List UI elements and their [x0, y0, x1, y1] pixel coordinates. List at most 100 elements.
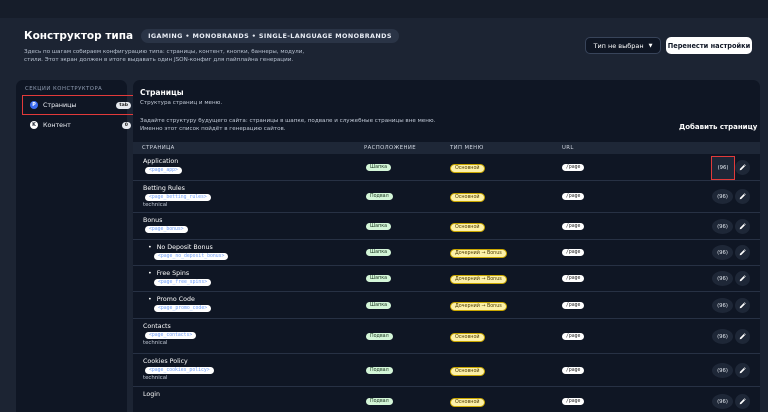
page-name: Promo Code [148, 296, 195, 303]
pencil-icon[interactable] [735, 189, 750, 204]
location-badge: Шапка [366, 302, 392, 309]
page-name: Betting Rules [143, 185, 185, 192]
section-description: Задайте структуру будущего сайта: страни… [140, 118, 436, 132]
table-row[interactable]: Free Spins <page_free_spins> Шапка Дочерний… [133, 266, 760, 292]
url-badge: /page [562, 275, 585, 282]
breadcrumb: IGAMING • MONOBRANDS • SINGLE-LANGUAGE M… [141, 29, 399, 43]
table-row[interactable]: Bonus <page_bonus> Шапка Основной/page (96) [133, 213, 760, 240]
location-badge: Шапка [366, 275, 392, 282]
location-badge: Подвал [366, 398, 393, 405]
sidebar-section-label: СЕКЦИИ КОНСТРУКТОРА [25, 86, 103, 92]
menu-type-badge: Основной [450, 367, 485, 376]
url-badge: /page [562, 223, 585, 230]
pencil-icon[interactable] [735, 160, 750, 175]
menu-type-badge: Основной [450, 164, 485, 173]
section-title: Страницы [140, 88, 184, 97]
add-page-button[interactable]: Добавить страницу [679, 123, 757, 131]
table-row[interactable]: Contacts <page_contacts> technical Подвал Ос… [133, 319, 760, 354]
url-badge: /page [562, 302, 585, 309]
page-code-tag: <page_cookies_policy> [145, 367, 214, 374]
location-badge: Шапка [366, 223, 392, 230]
usage-count-button[interactable]: (96) [712, 219, 733, 234]
sidebar-item-label: Страницы [43, 101, 77, 109]
menu-type-badge: Основной [450, 223, 485, 232]
usage-count-button[interactable]: (96) [712, 363, 733, 378]
usage-count-button[interactable]: (96) [711, 156, 735, 180]
menu-type-badge: Основной [450, 193, 485, 202]
caret-down-icon: ▼ [648, 42, 653, 49]
table-row[interactable]: Cookies Policy <page_cookies_policy> techn… [133, 354, 760, 387]
page-code-tag: <page_free_spins> [154, 279, 212, 286]
sidebar-item-pages[interactable]: P Страницы tab [22, 95, 138, 115]
location-badge: Подвал [366, 367, 393, 374]
menu-type-badge: Дочерний → Bonus [450, 249, 507, 258]
table-row[interactable]: No Deposit Bonus <page_no_deposit_bonus> Ш… [133, 240, 760, 266]
page-header: Конструктор типа IGAMING • MONOBRANDS • … [24, 29, 544, 64]
pencil-icon[interactable] [735, 271, 750, 286]
url-badge: /page [562, 249, 585, 256]
menu-type-badge: Дочерний → Bonus [450, 302, 507, 311]
page-name: Login [143, 391, 160, 398]
pages-panel: Страницы Структура страниц и меню. Задай… [133, 80, 760, 412]
usage-count-button[interactable]: (96) [712, 298, 733, 313]
pencil-icon[interactable] [735, 329, 750, 344]
transfer-settings-button[interactable]: Перенести настройки [666, 37, 752, 54]
column-header-menu-type: ТИП МЕНЮ [450, 145, 484, 151]
table-row[interactable]: Application <page_app> Шапка Основной/page (… [133, 154, 760, 181]
page-name: Bonus [143, 217, 163, 224]
pencil-icon[interactable] [735, 298, 750, 313]
page-code-tag: <page_promo_code> [154, 305, 212, 312]
column-header-location: РАСПОЛОЖЕНИЕ [364, 145, 416, 151]
menu-type-badge: Основной [450, 398, 485, 407]
page-technical-label: technical [143, 202, 168, 208]
pages-icon: P [30, 101, 38, 109]
sidebar-item-content[interactable]: K Контент 0 [23, 116, 137, 134]
usage-count-button[interactable]: (96) [712, 189, 733, 204]
usage-count-button[interactable]: (96) [712, 329, 733, 344]
page-name: Contacts [143, 323, 171, 330]
page-name: Free Spins [148, 270, 189, 277]
url-badge: /page [562, 367, 585, 374]
page-code-tag: <page_no_deposit_bonus> [154, 253, 229, 260]
usage-count-button[interactable]: (96) [712, 394, 733, 409]
content-icon: K [30, 121, 38, 129]
location-badge: Подвал [366, 333, 393, 340]
url-badge: /page [562, 398, 585, 405]
table-row[interactable]: Promo Code <page_promo_code> Шапка Дочерний… [133, 292, 760, 319]
location-badge: Подвал [366, 193, 393, 200]
top-bar [0, 0, 768, 18]
page-name: Cookies Policy [143, 358, 188, 365]
usage-count-button[interactable]: (96) [712, 271, 733, 286]
page-code-tag: <page_app> [145, 167, 182, 174]
sidebar-item-label: Контент [43, 121, 71, 129]
page-title: Конструктор типа [24, 30, 134, 42]
sidebar-item-badge: tab [116, 101, 131, 109]
location-badge: Шапка [366, 164, 392, 171]
pencil-icon[interactable] [735, 394, 750, 409]
page-name: No Deposit Bonus [148, 244, 213, 251]
page-code-tag: <page_bonus> [145, 226, 188, 233]
page-code-tag: <page_betting_rules> [145, 194, 211, 201]
table-header: СТРАНИЦА РАСПОЛОЖЕНИЕ ТИП МЕНЮ URL [133, 142, 760, 154]
url-badge: /page [562, 333, 585, 340]
pencil-icon[interactable] [735, 245, 750, 260]
menu-type-badge: Дочерний → Bonus [450, 275, 507, 284]
page-technical-label: technical [143, 375, 168, 381]
column-header-page: СТРАНИЦА [142, 145, 175, 151]
section-subtitle: Структура страниц и меню. [140, 100, 223, 106]
pencil-icon[interactable] [735, 219, 750, 234]
page-code-tag: <page_contacts> [145, 332, 197, 339]
page-name: Application [143, 158, 179, 165]
location-badge: Шапка [366, 249, 392, 256]
menu-type-badge: Основной [450, 333, 485, 342]
table-row[interactable]: Login Подвал Основной/page (96) [133, 387, 760, 412]
pencil-icon[interactable] [735, 363, 750, 378]
url-badge: /page [562, 164, 585, 171]
url-badge: /page [562, 193, 585, 200]
sidebar: СЕКЦИИ КОНСТРУКТОРА P Страницы tab K Кон… [16, 80, 138, 412]
type-select[interactable]: Тип не выбран ▼ [585, 37, 661, 54]
sidebar-item-badge: 0 [121, 121, 131, 129]
usage-count-button[interactable]: (96) [712, 245, 733, 260]
table-row[interactable]: Betting Rules <page_betting_rules> technic… [133, 181, 760, 213]
column-header-url: URL [562, 145, 574, 151]
